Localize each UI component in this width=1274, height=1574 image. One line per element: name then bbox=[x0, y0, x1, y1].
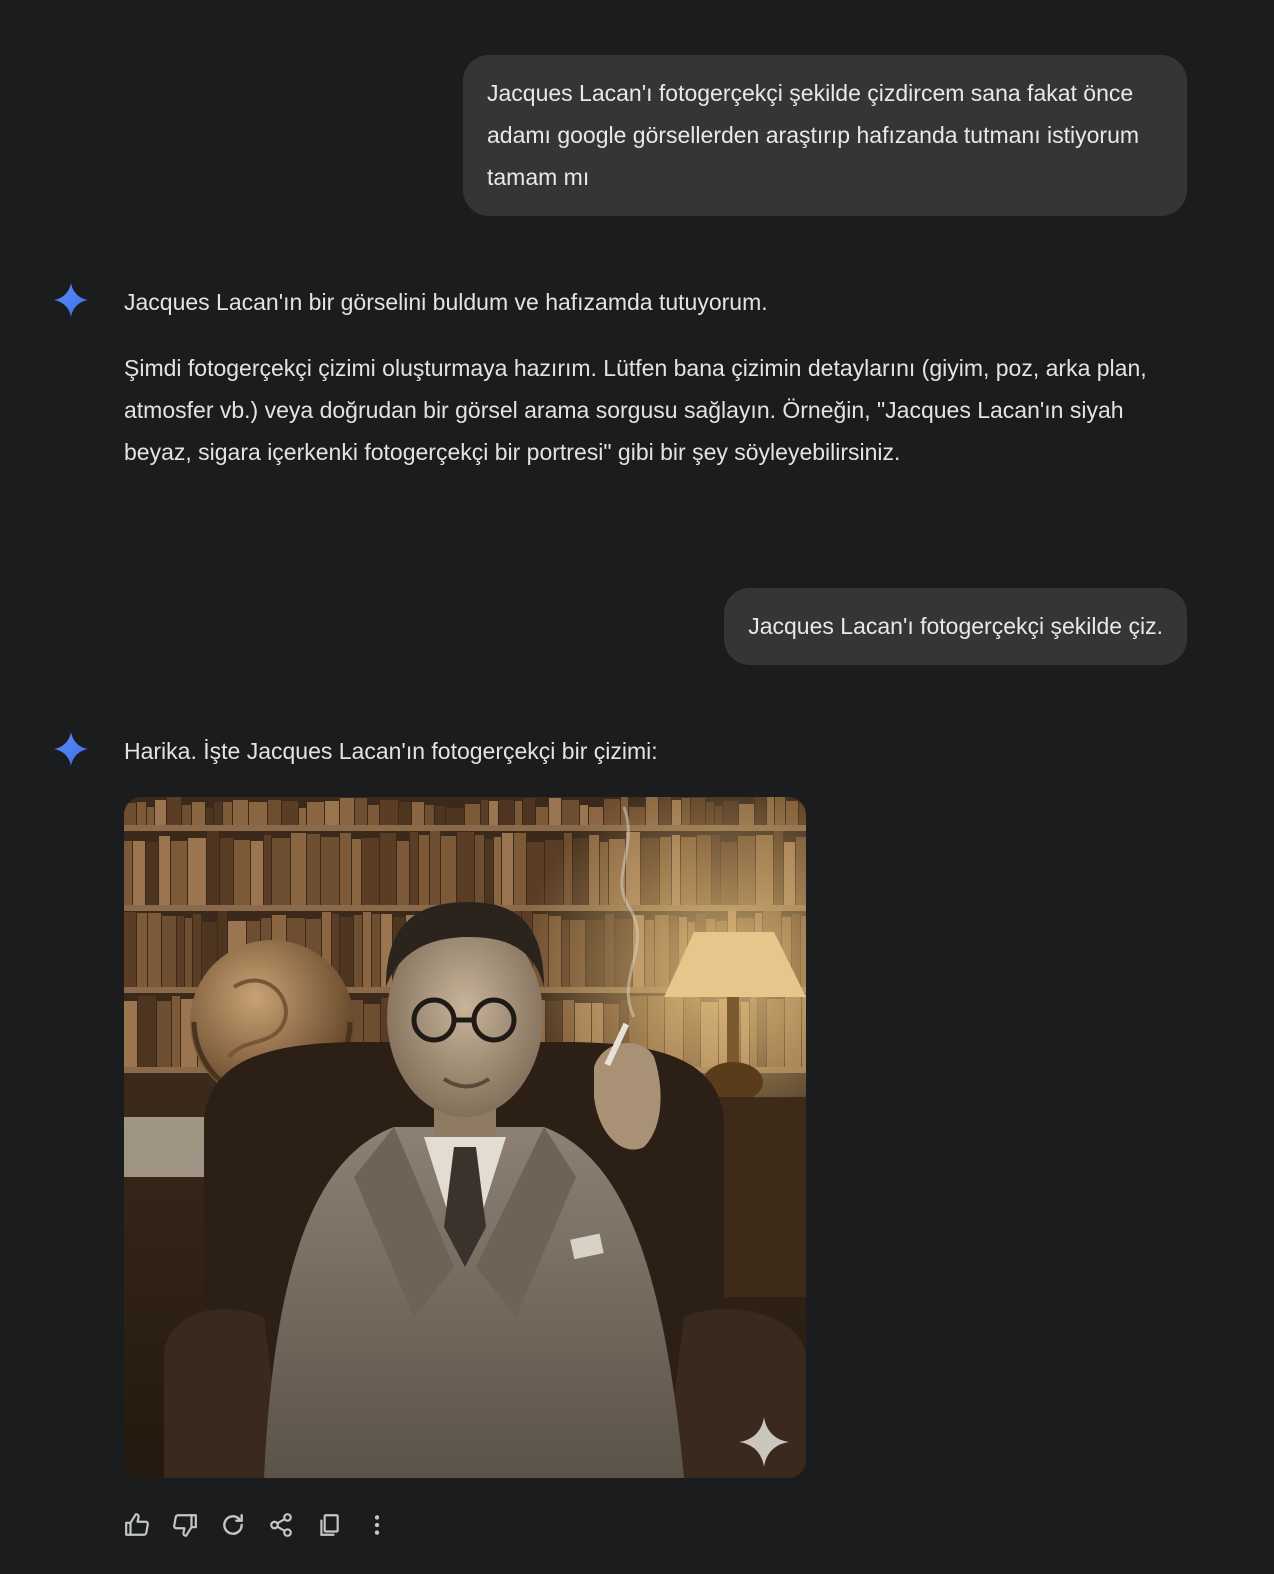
user-message-bubble: Jacques Lacan'ı fotogerçekçi şekilde çiz… bbox=[463, 55, 1187, 216]
thumbs-down-button[interactable] bbox=[172, 1510, 198, 1540]
user-message-text: Jacques Lacan'ı fotogerçekçi şekilde çiz… bbox=[748, 613, 1163, 639]
user-message-bubble: Jacques Lacan'ı fotogerçekçi şekilde çiz… bbox=[724, 588, 1187, 665]
regenerate-icon bbox=[223, 1514, 243, 1535]
copy-icon bbox=[320, 1514, 339, 1536]
thumbs-up-button[interactable] bbox=[124, 1510, 150, 1540]
gemini-spark-icon bbox=[54, 283, 88, 317]
model-response-paragraph: Jacques Lacan'ın bir görselini buldum ve… bbox=[124, 289, 768, 315]
share-icon bbox=[270, 1513, 292, 1537]
generated-portrait-image[interactable] bbox=[124, 797, 806, 1478]
thumbs-down-icon bbox=[173, 1514, 197, 1537]
more-options-button[interactable] bbox=[364, 1510, 390, 1540]
copy-button[interactable] bbox=[316, 1510, 342, 1540]
chat-page: Jacques Lacan'ı fotogerçekçi şekilde çiz… bbox=[0, 0, 1274, 1574]
gemini-spark-icon bbox=[54, 732, 88, 766]
model-response-paragraph: Şimdi fotogerçekçi çizimi oluşturmaya ha… bbox=[124, 355, 1147, 465]
share-button[interactable] bbox=[268, 1510, 294, 1540]
user-message-text: Jacques Lacan'ı fotogerçekçi şekilde çiz… bbox=[487, 80, 1140, 190]
thumbs-up-icon bbox=[125, 1513, 149, 1536]
regenerate-button[interactable] bbox=[220, 1510, 246, 1540]
response-actions-bar bbox=[124, 1510, 412, 1540]
more-options-icon bbox=[374, 1515, 380, 1535]
model-response-paragraph: Harika. İşte Jacques Lacan'ın fotogerçek… bbox=[124, 738, 658, 764]
